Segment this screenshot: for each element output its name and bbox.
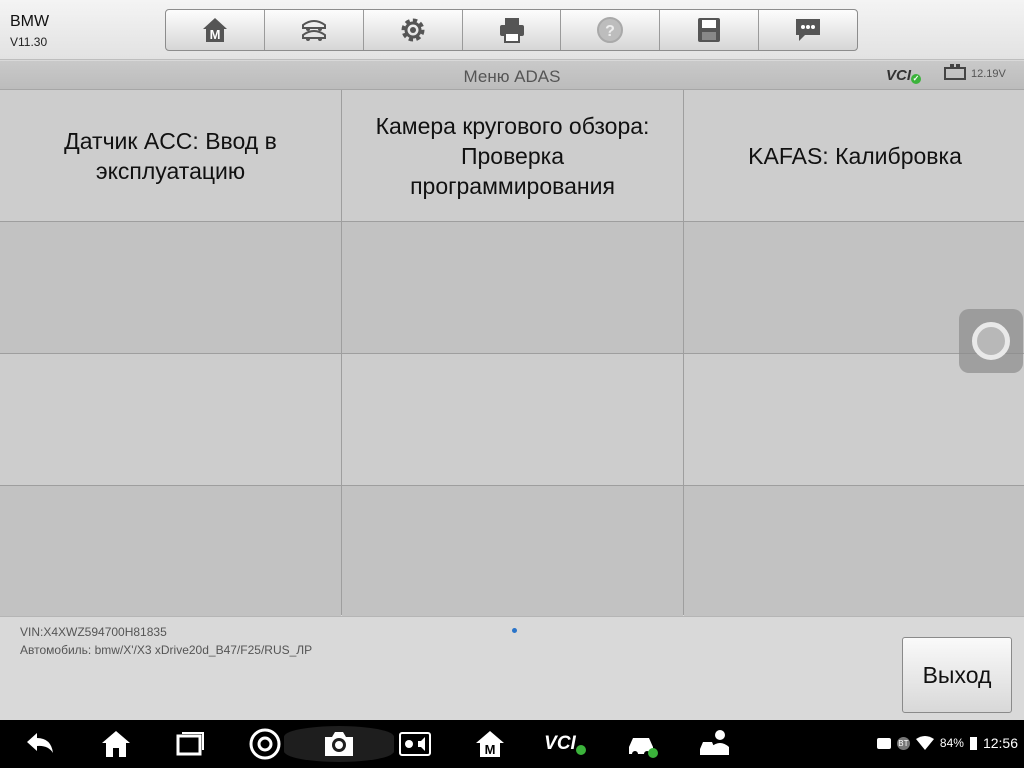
vci-connected-icon: ✓ — [911, 74, 922, 84]
printer-icon — [499, 18, 524, 43]
empty-cell — [342, 486, 683, 618]
recent-apps-button[interactable] — [170, 726, 210, 762]
remote-expert-icon — [700, 730, 729, 755]
menu-item-surround-camera[interactable]: Камера кругового обзора: Проверка програ… — [342, 90, 683, 221]
remote-expert-button[interactable] — [693, 726, 737, 762]
menu-item-acc-sensor[interactable]: Датчик ACC: Ввод в эксплуатацию — [0, 90, 341, 221]
recent-apps-icon — [176, 732, 204, 756]
brightness-volume-icon — [399, 732, 431, 756]
help-icon: ? — [597, 17, 624, 43]
house-icon — [102, 731, 130, 757]
vehicle-swap-button[interactable] — [265, 10, 364, 50]
voltage-value: 12.19V — [971, 67, 1006, 80]
battery-voltage: 12.19V — [944, 64, 1006, 80]
brightness-volume-button[interactable] — [395, 726, 435, 762]
vehicle-swap-icon — [301, 20, 326, 41]
android-nav-bar: M VCI BT 84% 12:56 — [0, 720, 1024, 768]
vci-status: VCI ✓ — [886, 67, 922, 84]
top-toolbar: BMW V11.30 M ? — [0, 0, 1024, 60]
chrome-button[interactable] — [245, 726, 285, 762]
assistive-ring-icon — [972, 322, 1010, 360]
empty-cell — [0, 354, 341, 485]
exit-button[interactable]: Выход — [902, 637, 1012, 713]
vehicle-text: Автомобиль: bmw/X'/X3 xDrive20d_B47/F25/… — [20, 643, 313, 657]
vehicle-make: BMW — [10, 13, 50, 30]
empty-cell — [342, 354, 683, 485]
settings-button[interactable] — [364, 10, 463, 50]
vehicle-info-panel: VIN:X4XWZ594700H81835 Автомобиль: bmw/X'… — [0, 616, 1024, 720]
back-arrow-icon — [27, 733, 53, 753]
print-button[interactable] — [463, 10, 562, 50]
title-bar: Меню ADAS VCI ✓ 12.19V — [0, 61, 1024, 90]
empty-cell — [0, 222, 341, 353]
save-icon — [698, 18, 721, 42]
svg-text:M: M — [485, 742, 496, 757]
android-home-button[interactable] — [96, 726, 136, 762]
home-m-icon: M — [476, 731, 504, 757]
vci-label: VCI — [886, 67, 912, 84]
autel-home-button[interactable]: M — [470, 726, 510, 762]
page-title: Меню ADAS — [463, 67, 561, 86]
home-button[interactable]: M — [166, 10, 265, 50]
empty-cell — [684, 486, 1024, 618]
svg-text:?: ? — [605, 23, 615, 40]
empty-cell — [342, 222, 683, 353]
menu-item-kafas[interactable]: KAFAS: Калибровка — [684, 90, 1024, 221]
help-button[interactable]: ? — [561, 10, 661, 50]
save-button[interactable] — [660, 10, 760, 50]
bluetooth-icon: BT — [896, 736, 910, 750]
vci-ok-icon — [575, 745, 586, 755]
camera-icon — [325, 732, 353, 756]
clock: 12:56 — [982, 735, 1018, 751]
wifi-icon — [915, 736, 934, 750]
battery-percent: 84% — [939, 736, 964, 750]
assistive-touch-button[interactable] — [959, 309, 1023, 373]
chat-notification-icon — [876, 737, 891, 749]
vin-text: VIN:X4XWZ594700H81835 — [20, 625, 167, 639]
car-check-icon — [629, 738, 658, 758]
system-tray: BT 84% 12:56 — [876, 735, 1018, 751]
brand-info: BMW V11.30 — [10, 13, 49, 49]
vehicle-diagnostics-button[interactable] — [620, 726, 664, 762]
screenshot-button[interactable] — [284, 726, 394, 762]
empty-cell — [684, 354, 1024, 485]
vci-manager-button[interactable]: VCI — [540, 726, 590, 762]
home-m-icon: M — [202, 18, 227, 42]
messages-button[interactable] — [759, 10, 857, 50]
chrome-icon — [249, 728, 281, 760]
back-button[interactable] — [20, 726, 60, 762]
gear-icon — [401, 18, 425, 42]
software-version: V11.30 — [10, 35, 48, 49]
empty-cell — [0, 486, 341, 618]
car-battery-icon — [944, 64, 966, 80]
progress-dot — [512, 628, 517, 633]
adas-menu-grid: Датчик ACC: Ввод в эксплуатацию Камера к… — [0, 90, 1024, 618]
vci-nav-label: VCI — [544, 733, 576, 754]
message-icon — [796, 19, 821, 41]
tool-strip: M ? — [165, 9, 858, 51]
battery-icon — [969, 736, 977, 750]
svg-text:M: M — [210, 27, 221, 42]
